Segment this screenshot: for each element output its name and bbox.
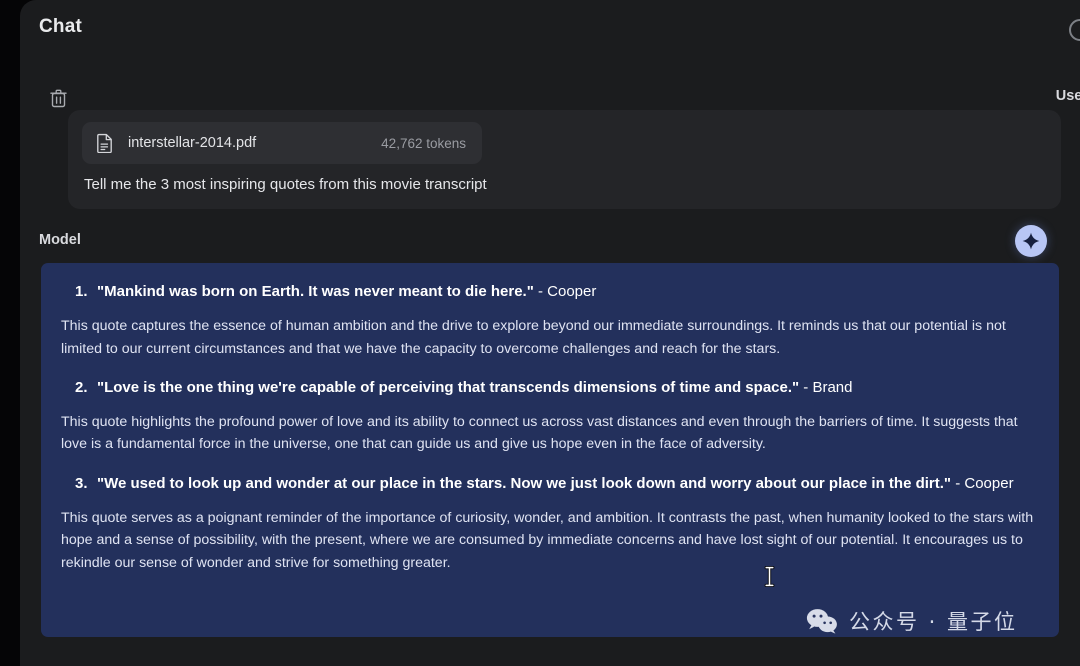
quote-attribution: - Cooper	[533, 283, 597, 300]
chat-app-panel: Chat User	[20, 0, 1080, 666]
quote-explanation: This quote highlights the profound power…	[61, 414, 1018, 453]
quote-explanation: This quote captures the essence of human…	[61, 318, 1006, 357]
quote-explanation: This quote serves as a poignant reminder…	[61, 510, 1034, 571]
user-prompt-text: Tell me the 3 most inspiring quotes from…	[84, 176, 487, 193]
list-item: 2. "Love is the one thing we're capable …	[75, 377, 1043, 398]
role-label-model: Model	[39, 232, 81, 248]
file-attachment-chip[interactable]: interstellar-2014.pdf 42,762 tokens	[82, 122, 482, 164]
quote-text: "Love is the one thing we're capable of …	[97, 377, 852, 398]
quote-attribution: - Cooper	[951, 474, 1014, 492]
model-turn: Model 1. "Mankind was born on Earth. It …	[20, 215, 1080, 666]
quote-text: "Mankind was born on Earth. It was never…	[97, 281, 596, 302]
trash-icon[interactable]	[45, 85, 71, 111]
app-header: Chat	[20, 0, 1080, 62]
list-item: 1. "Mankind was born on Earth. It was ne…	[75, 281, 1043, 302]
list-item: 3. "We used to look up and wonder at our…	[75, 473, 1043, 494]
watermark-text: 公众号 · 量子位	[849, 610, 1018, 634]
circle-icon[interactable]	[1069, 19, 1080, 41]
file-name: interstellar-2014.pdf	[128, 135, 257, 151]
document-icon	[97, 133, 112, 153]
page-title: Chat	[39, 16, 83, 37]
quote-text: "We used to look up and wonder at our pl…	[97, 473, 1014, 494]
quote-body: "We used to look up and wonder at our pl…	[97, 474, 952, 492]
screenshot-root: Chat User	[0, 0, 1080, 666]
quote-number: 1.	[75, 283, 88, 300]
user-message-bubble: interstellar-2014.pdf 42,762 tokens Tell…	[68, 110, 1061, 210]
sparkle-icon	[1015, 225, 1047, 257]
quote-body: "Love is the one thing we're capable of …	[97, 378, 800, 396]
quote-number: 3.	[75, 474, 88, 492]
quote-body: "Mankind was born on Earth. It was never…	[97, 283, 534, 300]
quote-number: 2.	[75, 378, 88, 396]
model-response-body: 1. "Mankind was born on Earth. It was ne…	[41, 263, 1059, 637]
file-token-count: 42,762 tokens	[381, 135, 466, 151]
wechat-icon	[806, 608, 837, 634]
quote-attribution: - Brand	[799, 378, 853, 396]
role-label-user: User	[1055, 88, 1080, 104]
watermark: 公众号 · 量子位	[806, 606, 1018, 636]
user-turn: User interstellar-2014.pdf 42,762 tokens…	[20, 62, 1080, 215]
